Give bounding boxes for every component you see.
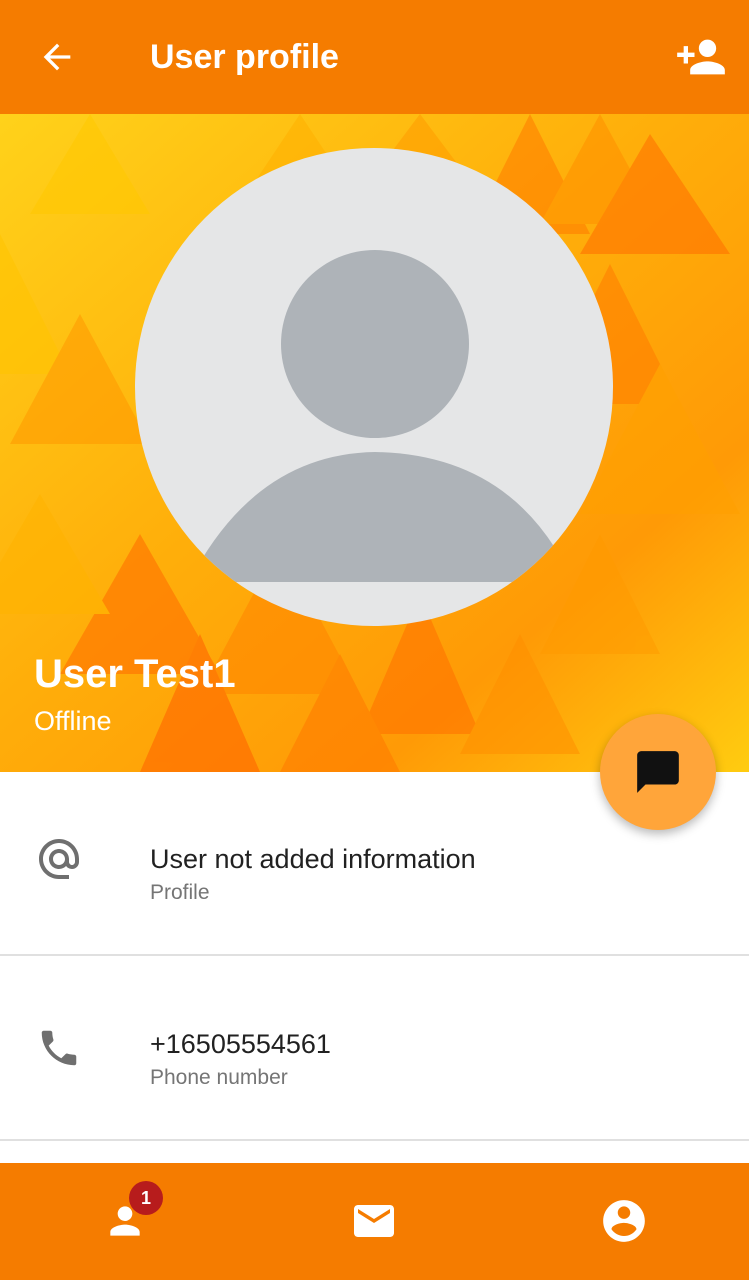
profile-value: User not added information [150,844,476,874]
user-status: Offline [34,706,112,736]
phone-value: +16505554561 [150,1029,331,1059]
person-add-icon [677,39,725,75]
profile-header: User Test1 Offline [0,114,749,772]
phone-icon [34,1023,84,1073]
arrow-back-icon [43,43,71,71]
bottom-navigation: 1 [0,1163,749,1280]
nav-profile[interactable] [592,1189,656,1253]
nav-messages[interactable] [342,1189,406,1253]
nav-contacts[interactable]: 1 [93,1181,163,1253]
app-bar: User profile [0,0,749,114]
send-message-button[interactable] [600,714,716,830]
profile-avatar[interactable] [135,148,613,626]
default-avatar-icon [189,250,555,582]
page-title: User profile [150,38,339,76]
chat-icon [637,751,679,793]
add-contact-button[interactable] [671,30,731,84]
user-name: User Test1 [34,652,236,696]
at-sign-icon [34,834,84,884]
account-circle-icon [603,1200,645,1242]
notification-badge: 1 [129,1181,163,1215]
back-button[interactable] [30,30,84,84]
list-item-phone[interactable]: +16505554561 Phone number [0,957,749,1141]
phone-label: Phone number [150,1066,288,1089]
profile-label: Profile [150,881,210,904]
mail-icon [354,1205,394,1237]
